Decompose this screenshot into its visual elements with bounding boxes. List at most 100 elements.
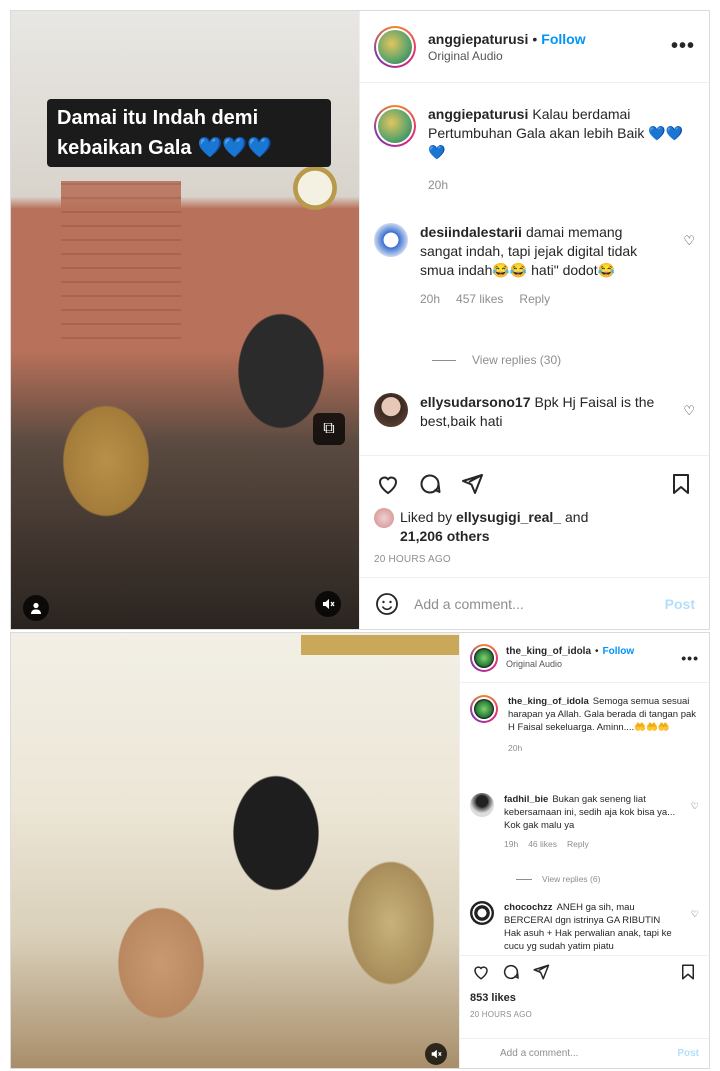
comment-username[interactable]: anggiepaturusi [428, 106, 528, 122]
follow-button[interactable]: Follow [603, 646, 635, 657]
picture-in-picture-icon[interactable]: ⧉ [313, 413, 345, 445]
comment-time[interactable]: 20h [420, 290, 440, 309]
caption-line-1: Damai itu Indah demi [57, 107, 259, 129]
post-actions: 853 likes 20 HOURS AGO [460, 955, 709, 1035]
video-caption-overlay: Damai itu Indah demi kebaikan Gala 💙💙💙 [47, 99, 331, 167]
audio-label[interactable]: Original Audio [506, 659, 681, 669]
caption-line-2-text: kebaikan Gala [57, 137, 192, 159]
comment-icon[interactable] [500, 961, 522, 983]
comment-input[interactable]: Add a comment... [500, 1048, 677, 1059]
comment-likes[interactable]: 457 likes [456, 290, 503, 309]
header-row: the_king_of_idola • Follow [506, 646, 681, 657]
comment-item: chocochzz ANEH ga sih, mau BERCERAI dgn i… [470, 901, 699, 953]
avatar[interactable] [374, 105, 416, 147]
more-options-icon[interactable]: ••• [681, 650, 699, 666]
post-timestamp[interactable]: 20 HOURS AGO [470, 1010, 699, 1019]
view-replies-label: View replies (6) [542, 874, 601, 884]
comment-meta: 19h 46 likes Reply [504, 838, 679, 851]
heart-icon[interactable]: ♡ [683, 403, 695, 419]
comment-body: desiindalestarii damai memang sangat inda… [420, 223, 695, 309]
reply-button[interactable]: Reply [519, 290, 550, 309]
avatar[interactable] [470, 695, 498, 723]
avatar[interactable] [470, 643, 498, 672]
user-tag-icon[interactable] [23, 595, 49, 621]
comment-username[interactable]: chocochzz [504, 902, 553, 913]
post-sidebar-top: anggiepaturusi • Follow Original Audio •••… [359, 11, 709, 629]
post-actions: Liked by ellysugigi_real_ and 21,206 oth… [360, 455, 709, 591]
post-sidebar-bottom: the_king_of_idola • Follow Original Audio … [459, 633, 709, 1068]
comment-meta: 20h [508, 742, 699, 755]
header-text: anggiepaturusi • Follow Original Audio [428, 31, 671, 63]
top-post: Damai itu Indah demi kebaikan Gala 💙💙💙 ⧉ … [10, 10, 710, 630]
share-icon[interactable] [530, 961, 552, 983]
header-username[interactable]: the_king_of_idola [506, 646, 591, 657]
comment-time[interactable]: 19h [504, 838, 518, 851]
comment-body: fadhil_bie Bukan gak seneng liat kebersam… [504, 793, 699, 851]
replies-divider [432, 359, 456, 361]
post-video-bottom[interactable] [11, 633, 459, 1068]
comment-body: anggiepaturusi Kalau berdamai Pertumbuhan… [428, 105, 695, 195]
avatar[interactable] [374, 25, 416, 68]
header-username[interactable]: anggiepaturusi [428, 31, 528, 47]
action-icons [374, 464, 695, 504]
comment-username[interactable]: the_king_of_idola [508, 696, 589, 707]
avatar[interactable] [470, 793, 494, 817]
post-button[interactable]: Post [677, 1048, 699, 1059]
liked-by: Liked by ellysugigi_real_ and 21,206 oth… [374, 508, 695, 546]
likes-count[interactable]: 853 likes [470, 992, 699, 1004]
post-button[interactable]: Post [665, 596, 695, 612]
post-timestamp[interactable]: 20 HOURS AGO [374, 554, 695, 565]
comment-icon[interactable] [416, 470, 444, 498]
share-icon[interactable] [458, 470, 486, 498]
audio-label[interactable]: Original Audio [428, 49, 671, 63]
comment-username[interactable]: desiindalestarii [420, 224, 522, 240]
heart-icon[interactable] [374, 470, 402, 498]
caption-hearts: 💙💙💙 [197, 137, 273, 159]
view-replies-button[interactable]: View replies (30) [432, 353, 561, 367]
caption-comment: the_king_of_idola Semoga semua sesuai har… [470, 695, 699, 755]
post-video-top[interactable]: Damai itu Indah demi kebaikan Gala 💙💙💙 ⧉ [11, 11, 359, 629]
header-row: anggiepaturusi • Follow [428, 31, 671, 47]
background-wall [61, 181, 181, 351]
avatar[interactable] [374, 393, 408, 427]
comment-item: desiindalestarii damai memang sangat inda… [374, 223, 695, 309]
follow-button[interactable]: Follow [541, 31, 585, 47]
liked-by-others[interactable]: 21,206 others [400, 528, 490, 544]
comment-username[interactable]: fadhil_bie [504, 794, 548, 805]
comment-body: chocochzz ANEH ga sih, mau BERCERAI dgn i… [504, 901, 699, 953]
more-options-icon[interactable]: ••• [671, 35, 695, 58]
comment-username[interactable]: ellysudarsono17 [420, 394, 531, 410]
liked-by-user[interactable]: ellysugigi_real_ [456, 509, 561, 525]
comment-time[interactable]: 20h [428, 176, 448, 195]
separator-dot: • [595, 646, 599, 657]
reply-button[interactable]: Reply [567, 838, 589, 851]
bookmark-icon[interactable] [677, 961, 699, 983]
replies-divider [516, 878, 532, 880]
bottom-post: the_king_of_idola • Follow Original Audio … [10, 632, 710, 1069]
separator-dot: • [532, 30, 538, 47]
liker-avatar[interactable] [374, 508, 394, 528]
view-replies-button[interactable]: View replies (6) [516, 874, 600, 884]
comment-likes[interactable]: 46 likes [528, 838, 557, 851]
heart-icon[interactable]: ♡ [691, 909, 699, 920]
heart-icon[interactable]: ♡ [683, 233, 695, 249]
mute-icon[interactable] [425, 1043, 447, 1065]
comment-input[interactable]: Add a comment... [414, 596, 665, 612]
comment-body: ellysudarsono17 Bpk Hj Faisal is the best… [420, 393, 695, 431]
emoji-icon[interactable] [374, 591, 400, 617]
add-comment-bar: Add a comment... Post [360, 577, 709, 629]
caption-comment: anggiepaturusi Kalau berdamai Pertumbuhan… [374, 105, 695, 195]
action-icons [470, 956, 699, 988]
view-replies-label: View replies (30) [472, 353, 562, 367]
avatar[interactable] [374, 223, 408, 257]
picture-frame [301, 635, 459, 655]
avatar[interactable] [470, 901, 494, 925]
wall-clock [293, 166, 337, 210]
liked-by-text: Liked by ellysugigi_real_ and 21,206 oth… [400, 508, 588, 546]
comment-time[interactable]: 20h [508, 742, 522, 755]
heart-icon[interactable] [470, 961, 492, 983]
mute-icon[interactable] [315, 591, 341, 617]
heart-icon[interactable]: ♡ [691, 801, 699, 812]
post-header: anggiepaturusi • Follow Original Audio ••• [360, 11, 709, 83]
bookmark-icon[interactable] [667, 470, 695, 498]
